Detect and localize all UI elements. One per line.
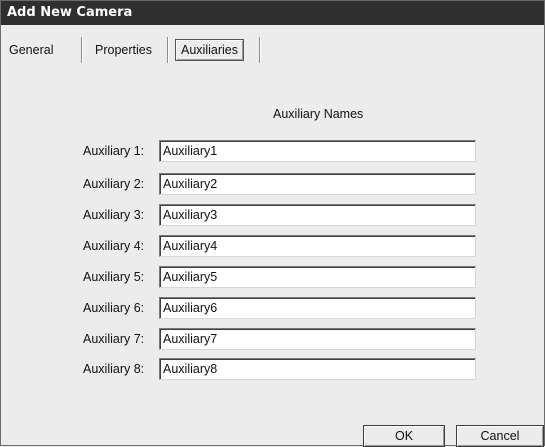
tab-separator <box>167 37 168 63</box>
auxiliary-row: Auxiliary 8: <box>1 358 544 381</box>
auxiliary-row: Auxiliary 1: <box>1 140 544 163</box>
ok-button[interactable]: OK <box>363 425 445 447</box>
cancel-button[interactable]: Cancel <box>456 425 544 447</box>
auxiliary-1-field[interactable] <box>159 140 476 162</box>
auxiliary-8-field[interactable] <box>159 358 476 380</box>
add-camera-dialog: Add New Camera General Properties Auxili… <box>0 0 545 447</box>
tab-auxiliaries[interactable]: Auxiliaries <box>175 39 244 61</box>
tab-general[interactable]: General <box>9 39 53 61</box>
auxiliary-row: Auxiliary 5: <box>1 266 544 289</box>
auxiliary-3-field[interactable] <box>159 204 476 226</box>
auxiliary-label: Auxiliary 6: <box>83 301 145 315</box>
auxiliary-6-field[interactable] <box>159 297 476 319</box>
auxiliary-row: Auxiliary 2: <box>1 173 544 196</box>
auxiliary-row: Auxiliary 6: <box>1 297 544 320</box>
tab-separator <box>81 37 82 63</box>
tab-separator <box>259 37 260 63</box>
auxiliary-4-field[interactable] <box>159 235 476 257</box>
window-title: Add New Camera <box>1 1 544 25</box>
auxiliary-5-field[interactable] <box>159 266 476 288</box>
auxiliary-names-heading: Auxiliary Names <box>273 107 364 121</box>
auxiliary-label: Auxiliary 2: <box>83 177 145 191</box>
auxiliary-7-field[interactable] <box>159 328 476 350</box>
auxiliary-label: Auxiliary 8: <box>83 362 145 376</box>
auxiliary-row: Auxiliary 3: <box>1 204 544 227</box>
auxiliary-label: Auxiliary 3: <box>83 208 145 222</box>
tab-bar: General Properties Auxiliaries <box>1 29 544 67</box>
tab-properties[interactable]: Properties <box>95 39 152 61</box>
auxiliary-label: Auxiliary 7: <box>83 332 145 346</box>
auxiliary-row: Auxiliary 4: <box>1 235 544 258</box>
auxiliary-label: Auxiliary 1: <box>83 144 145 158</box>
auxiliary-label: Auxiliary 4: <box>83 239 145 253</box>
auxiliary-2-field[interactable] <box>159 173 476 195</box>
auxiliary-row: Auxiliary 7: <box>1 328 544 351</box>
auxiliary-label: Auxiliary 5: <box>83 270 145 284</box>
